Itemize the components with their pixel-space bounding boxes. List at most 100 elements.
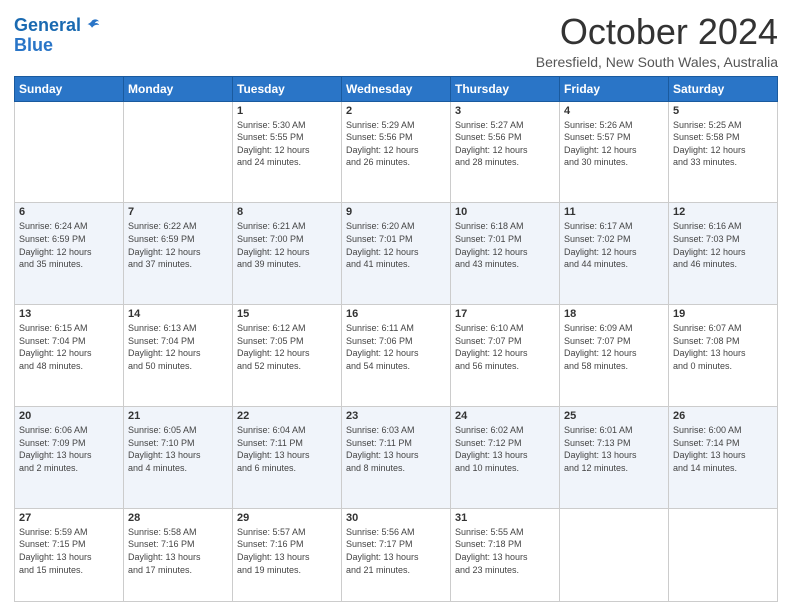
day-number: 20: [19, 410, 119, 422]
main-title: October 2024: [536, 12, 778, 52]
col-saturday: Saturday: [669, 76, 778, 101]
table-row: 24Sunrise: 6:02 AM Sunset: 7:12 PM Dayli…: [451, 407, 560, 509]
table-row: 13Sunrise: 6:15 AM Sunset: 7:04 PM Dayli…: [15, 305, 124, 407]
day-info: Sunrise: 5:26 AM Sunset: 5:57 PM Dayligh…: [564, 119, 664, 169]
day-info: Sunrise: 6:03 AM Sunset: 7:11 PM Dayligh…: [346, 424, 446, 474]
page: General Blue October 2024 Beresfield, Ne…: [0, 0, 792, 612]
day-number: 8: [237, 206, 337, 218]
subtitle: Beresfield, New South Wales, Australia: [536, 54, 778, 70]
day-number: 17: [455, 308, 555, 320]
day-info: Sunrise: 6:04 AM Sunset: 7:11 PM Dayligh…: [237, 424, 337, 474]
table-row: 14 Sunrise: 6:13 AM Sunset: 7:04 PM Dayli…: [124, 305, 233, 407]
day-info: Sunrise: 5:56 AM Sunset: 7:17 PM Dayligh…: [346, 526, 446, 576]
table-row: [560, 508, 669, 601]
day-info: Sunrise: 6:05 AM Sunset: 7:10 PM Dayligh…: [128, 424, 228, 474]
day-number: 7: [128, 206, 228, 218]
day-number: 26: [673, 410, 773, 422]
day-info: Sunrise: 6:16 AM Sunset: 7:03 PM Dayligh…: [673, 220, 773, 270]
day-info: Sunrise: 6:21 AM Sunset: 7:00 PM Dayligh…: [237, 220, 337, 270]
calendar: Sunday Monday Tuesday Wednesday Thursday…: [14, 76, 778, 602]
day-info: Sunrise: 5:25 AM Sunset: 5:58 PM Dayligh…: [673, 119, 773, 169]
day-number: 19: [673, 308, 773, 320]
day-number: 23: [346, 410, 446, 422]
day-number: 11: [564, 206, 664, 218]
day-info: Sunrise: 6:17 AM Sunset: 7:02 PM Dayligh…: [564, 220, 664, 270]
table-row: 26 Sunrise: 6:00 AM Sunset: 7:14 PM Dayli…: [669, 407, 778, 509]
table-row: 6 Sunrise: 6:24 AM Sunset: 6:59 PM Daylig…: [15, 203, 124, 305]
day-info: Sunrise: 5:58 AM Sunset: 7:16 PM Dayligh…: [128, 526, 228, 576]
day-info: Sunrise: 6:10 AM Sunset: 7:07 PM Dayligh…: [455, 322, 555, 372]
table-row: 8 Sunrise: 6:21 AM Sunset: 7:00 PM Daylig…: [233, 203, 342, 305]
day-number: 9: [346, 206, 446, 218]
calendar-week-row: 27 Sunrise: 5:59 AM Sunset: 7:15 PM Dayli…: [15, 508, 778, 601]
table-row: 1Sunrise: 5:30 AM Sunset: 5:55 PM Daylig…: [233, 101, 342, 203]
logo: General Blue: [14, 16, 101, 56]
table-row: 29Sunrise: 5:57 AM Sunset: 7:16 PM Dayli…: [233, 508, 342, 601]
table-row: 16 Sunrise: 6:11 AM Sunset: 7:06 PM Dayli…: [342, 305, 451, 407]
table-row: 17 Sunrise: 6:10 AM Sunset: 7:07 PM Dayli…: [451, 305, 560, 407]
table-row: 3 Sunrise: 5:27 AM Sunset: 5:56 PM Daylig…: [451, 101, 560, 203]
day-info: Sunrise: 6:12 AM Sunset: 7:05 PM Dayligh…: [237, 322, 337, 372]
day-info: Sunrise: 6:18 AM Sunset: 7:01 PM Dayligh…: [455, 220, 555, 270]
table-row: 20 Sunrise: 6:06 AM Sunset: 7:09 PM Dayli…: [15, 407, 124, 509]
day-number: 27: [19, 512, 119, 524]
day-number: 10: [455, 206, 555, 218]
table-row: 7 Sunrise: 6:22 AM Sunset: 6:59 PM Daylig…: [124, 203, 233, 305]
table-row: 21 Sunrise: 6:05 AM Sunset: 7:10 PM Dayli…: [124, 407, 233, 509]
table-row: 30Sunrise: 5:56 AM Sunset: 7:17 PM Dayli…: [342, 508, 451, 601]
col-tuesday: Tuesday: [233, 76, 342, 101]
day-number: 21: [128, 410, 228, 422]
col-thursday: Thursday: [451, 76, 560, 101]
calendar-week-row: 13Sunrise: 6:15 AM Sunset: 7:04 PM Dayli…: [15, 305, 778, 407]
table-row: 22Sunrise: 6:04 AM Sunset: 7:11 PM Dayli…: [233, 407, 342, 509]
calendar-week-row: 6 Sunrise: 6:24 AM Sunset: 6:59 PM Daylig…: [15, 203, 778, 305]
day-info: Sunrise: 6:02 AM Sunset: 7:12 PM Dayligh…: [455, 424, 555, 474]
table-row: 2Sunrise: 5:29 AM Sunset: 5:56 PM Daylig…: [342, 101, 451, 203]
day-number: 25: [564, 410, 664, 422]
day-info: Sunrise: 5:59 AM Sunset: 7:15 PM Dayligh…: [19, 526, 119, 576]
logo-text-line2: Blue: [14, 36, 53, 56]
day-number: 6: [19, 206, 119, 218]
table-row: 28 Sunrise: 5:58 AM Sunset: 7:16 PM Dayli…: [124, 508, 233, 601]
day-info: Sunrise: 6:06 AM Sunset: 7:09 PM Dayligh…: [19, 424, 119, 474]
day-number: 4: [564, 105, 664, 117]
table-row: [124, 101, 233, 203]
title-section: October 2024 Beresfield, New South Wales…: [536, 12, 778, 70]
day-info: Sunrise: 6:09 AM Sunset: 7:07 PM Dayligh…: [564, 322, 664, 372]
day-info: Sunrise: 5:57 AM Sunset: 7:16 PM Dayligh…: [237, 526, 337, 576]
table-row: 15 Sunrise: 6:12 AM Sunset: 7:05 PM Dayli…: [233, 305, 342, 407]
header: General Blue October 2024 Beresfield, Ne…: [14, 12, 778, 70]
table-row: 4 Sunrise: 5:26 AM Sunset: 5:57 PM Daylig…: [560, 101, 669, 203]
table-row: 10 Sunrise: 6:18 AM Sunset: 7:01 PM Dayli…: [451, 203, 560, 305]
calendar-week-row: 1Sunrise: 5:30 AM Sunset: 5:55 PM Daylig…: [15, 101, 778, 203]
day-number: 18: [564, 308, 664, 320]
day-info: Sunrise: 5:27 AM Sunset: 5:56 PM Dayligh…: [455, 119, 555, 169]
col-monday: Monday: [124, 76, 233, 101]
day-info: Sunrise: 6:13 AM Sunset: 7:04 PM Dayligh…: [128, 322, 228, 372]
day-info: Sunrise: 6:20 AM Sunset: 7:01 PM Dayligh…: [346, 220, 446, 270]
table-row: 12 Sunrise: 6:16 AM Sunset: 7:03 PM Dayli…: [669, 203, 778, 305]
calendar-header-row: Sunday Monday Tuesday Wednesday Thursday…: [15, 76, 778, 101]
day-number: 16: [346, 308, 446, 320]
day-info: Sunrise: 6:00 AM Sunset: 7:14 PM Dayligh…: [673, 424, 773, 474]
day-number: 15: [237, 308, 337, 320]
day-info: Sunrise: 6:22 AM Sunset: 6:59 PM Dayligh…: [128, 220, 228, 270]
table-row: 11 Sunrise: 6:17 AM Sunset: 7:02 PM Dayli…: [560, 203, 669, 305]
table-row: [669, 508, 778, 601]
day-number: 28: [128, 512, 228, 524]
day-info: Sunrise: 6:15 AM Sunset: 7:04 PM Dayligh…: [19, 322, 119, 372]
day-info: Sunrise: 6:11 AM Sunset: 7:06 PM Dayligh…: [346, 322, 446, 372]
day-info: Sunrise: 5:30 AM Sunset: 5:55 PM Dayligh…: [237, 119, 337, 169]
day-number: 5: [673, 105, 773, 117]
table-row: 31Sunrise: 5:55 AM Sunset: 7:18 PM Dayli…: [451, 508, 560, 601]
table-row: 18 Sunrise: 6:09 AM Sunset: 7:07 PM Dayli…: [560, 305, 669, 407]
day-info: Sunrise: 5:55 AM Sunset: 7:18 PM Dayligh…: [455, 526, 555, 576]
day-number: 14: [128, 308, 228, 320]
day-info: Sunrise: 6:24 AM Sunset: 6:59 PM Dayligh…: [19, 220, 119, 270]
table-row: 5 Sunrise: 5:25 AM Sunset: 5:58 PM Daylig…: [669, 101, 778, 203]
table-row: 9 Sunrise: 6:20 AM Sunset: 7:01 PM Daylig…: [342, 203, 451, 305]
table-row: 25Sunrise: 6:01 AM Sunset: 7:13 PM Dayli…: [560, 407, 669, 509]
day-number: 12: [673, 206, 773, 218]
day-number: 3: [455, 105, 555, 117]
day-info: Sunrise: 5:29 AM Sunset: 5:56 PM Dayligh…: [346, 119, 446, 169]
